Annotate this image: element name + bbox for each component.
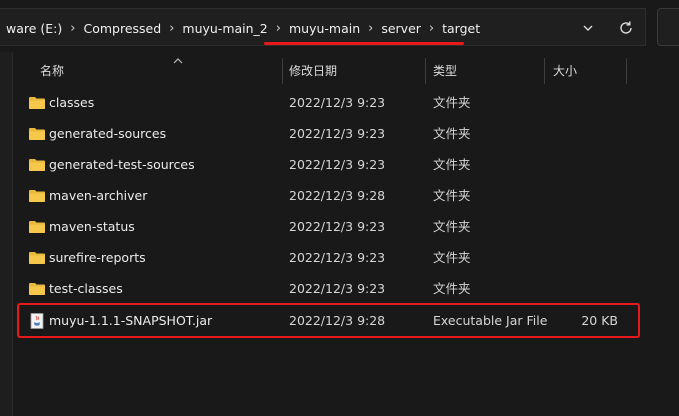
file-date: 2022/12/3 9:23 [289, 157, 386, 172]
file-date: 2022/12/3 9:23 [289, 281, 386, 296]
breadcrumb-item-compressed[interactable]: Compressed [77, 21, 167, 36]
file-name: test-classes [49, 281, 123, 296]
breadcrumb-item-muyu-main[interactable]: muyu-main [283, 21, 366, 36]
file-type: 文件夹 [433, 157, 471, 172]
folder-icon [29, 159, 45, 171]
column-divider[interactable] [425, 58, 426, 84]
file-row[interactable]: test-classes 2022/12/3 9:23 文件夹 [20, 275, 640, 303]
column-header-size[interactable]: 大小 [553, 56, 577, 86]
file-row[interactable]: maven-archiver 2022/12/3 9:28 文件夹 [20, 182, 640, 210]
navigation-pane-edge [0, 52, 13, 416]
breadcrumb-separator[interactable]: › [68, 21, 77, 36]
chevron-down-icon[interactable] [580, 20, 596, 36]
breadcrumb-separator[interactable]: › [167, 21, 176, 36]
column-header-name[interactable]: 名称 [40, 56, 64, 86]
file-row[interactable]: classes 2022/12/3 9:23 文件夹 [20, 89, 640, 117]
file-name: classes [49, 95, 95, 110]
folder-icon [29, 97, 45, 109]
breadcrumb-separator[interactable]: › [366, 21, 375, 36]
search-box[interactable] [657, 8, 679, 46]
breadcrumb-separator[interactable]: › [274, 21, 283, 36]
breadcrumb-separator[interactable]: › [427, 21, 436, 36]
column-divider[interactable] [544, 58, 545, 84]
file-name: generated-sources [49, 126, 167, 141]
folder-icon [29, 128, 45, 140]
folder-icon [29, 252, 45, 264]
file-date: 2022/12/3 9:23 [289, 219, 386, 234]
breadcrumb-item-drive[interactable]: ware (E:) [0, 21, 68, 36]
address-bar[interactable]: ware (E:) › Compressed › muyu-main_2 › m… [0, 8, 646, 46]
refresh-icon[interactable] [617, 19, 635, 37]
column-divider[interactable] [282, 58, 283, 84]
breadcrumb-item-target[interactable]: target [436, 21, 486, 36]
column-header-row: 名称 修改日期 类型 大小 [20, 56, 630, 86]
file-name: maven-status [49, 219, 135, 234]
file-row[interactable]: generated-test-sources 2022/12/3 9:23 文件… [20, 151, 640, 179]
annotation-highlight-box [17, 303, 640, 338]
sort-ascending-icon [173, 58, 183, 64]
file-row[interactable]: generated-sources 2022/12/3 9:23 文件夹 [20, 120, 640, 148]
file-type: 文件夹 [433, 188, 471, 203]
annotation-underline [264, 42, 464, 45]
file-row[interactable]: maven-status 2022/12/3 9:23 文件夹 [20, 213, 640, 241]
folder-icon [29, 283, 45, 295]
file-date: 2022/12/3 9:23 [289, 95, 386, 110]
file-date: 2022/12/3 9:28 [289, 188, 386, 203]
folder-icon [29, 221, 45, 233]
file-row[interactable]: surefire-reports 2022/12/3 9:23 文件夹 [20, 244, 640, 272]
column-divider[interactable] [626, 58, 627, 84]
column-header-date[interactable]: 修改日期 [289, 56, 337, 86]
folder-icon [29, 190, 45, 202]
file-type: 文件夹 [433, 95, 471, 110]
file-date: 2022/12/3 9:23 [289, 126, 386, 141]
file-type: 文件夹 [433, 281, 471, 296]
file-type: 文件夹 [433, 219, 471, 234]
breadcrumb-item-muyu-main-2[interactable]: muyu-main_2 [176, 21, 273, 36]
file-name: generated-test-sources [49, 157, 195, 172]
file-name: maven-archiver [49, 188, 148, 203]
breadcrumb-item-server[interactable]: server [375, 21, 427, 36]
file-date: 2022/12/3 9:23 [289, 250, 386, 265]
file-name: surefire-reports [49, 250, 146, 265]
file-type: 文件夹 [433, 250, 471, 265]
column-header-type[interactable]: 类型 [433, 56, 457, 86]
file-type: 文件夹 [433, 126, 471, 141]
